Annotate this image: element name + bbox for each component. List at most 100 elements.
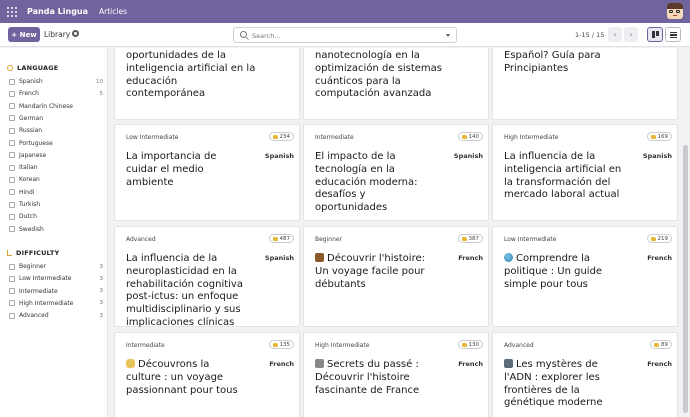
facet-label: Japanese [19,151,47,159]
checkbox[interactable] [9,312,15,319]
article-card[interactable]: High Intermediate 169 Spanish La influencia… [492,124,678,221]
article-card[interactable]: nanotecnología en la optimización de sis… [303,48,489,120]
facet-portuguese[interactable]: Portuguese [9,138,103,149]
kanban-view-button[interactable] [647,27,663,42]
facet-high-intermediate[interactable]: High Intermediate 3 [9,298,103,309]
article-card[interactable]: Advanced 487 Spanish La influencia de la ne… [114,226,300,328]
facet-japanese[interactable]: Japanese [9,150,103,161]
facet-korean[interactable]: Korean [9,174,103,185]
checkbox[interactable] [9,140,15,146]
user-avatar[interactable] [667,3,683,19]
facet-label: Italian [19,164,38,172]
search-bar[interactable] [233,27,457,43]
card-title: nanotecnología en la optimización de sis… [315,50,443,100]
facet-spanish[interactable]: Spanish 10 [9,76,103,87]
facet-turkish[interactable]: Turkish [9,199,103,210]
likes-badge: 387 [457,234,483,243]
checkbox[interactable] [9,275,15,282]
facet-label: French [19,90,39,98]
globe-icon [7,65,13,71]
article-card[interactable]: Advanced 89 French Les mystères de l'ADN : … [492,332,678,417]
book-icon [315,253,324,262]
facet-german[interactable]: German [9,113,103,124]
facet-dutch[interactable]: Dutch [9,211,103,222]
facet-mandarin-chinese[interactable]: Mandarin Chinese [9,101,103,112]
card-title: Español? Guía para Principiantes [504,50,601,74]
facet-italian[interactable]: Italian [9,162,103,173]
facet-label: Mandarin Chinese [19,102,73,110]
facet-russian[interactable]: Russian [9,125,103,136]
breadcrumb: Library [44,30,71,39]
list-icon [669,31,677,38]
card-title: Secrets du passé : Découvrir l'histoire … [315,359,420,396]
apps-grid-icon[interactable] [7,6,17,17]
card-title: Découvrir l'histoire: Un voyage facile p… [315,253,425,290]
thumbs-up-icon [461,134,467,139]
facet-count: 5 [99,90,104,97]
checkbox[interactable] [9,189,15,196]
checkbox[interactable] [9,78,15,85]
card-title: oportunidades de la inteligencia artific… [126,50,256,100]
checkbox[interactable] [9,213,15,220]
language-tag: Spanish [264,254,294,262]
article-card[interactable]: Español? Guía para Principiantes [492,48,678,120]
facet-intermediate[interactable]: Intermediate 3 [9,286,103,297]
checkbox[interactable] [9,115,15,122]
checkbox[interactable] [9,164,15,171]
facet-low-intermediate[interactable]: Low Intermediate 3 [9,273,103,284]
pager-value[interactable]: 1-15 / 15 [575,31,604,39]
facet-count: 3 [99,288,104,295]
search-icon [240,31,247,38]
facet-count: 3 [99,263,104,270]
article-card[interactable]: Intermediate 135 French Découvrons la cultu… [114,332,300,417]
checkbox[interactable] [9,127,15,134]
nav-articles[interactable]: Articles [99,7,127,16]
gear-icon[interactable] [72,30,79,37]
chevron-down-icon[interactable] [446,34,450,37]
facet-swedish[interactable]: Swedish [9,224,103,235]
globe-icon [504,253,513,262]
article-card[interactable]: oportunidades de la inteligencia artific… [114,48,300,120]
thumbs-up-icon [461,236,467,241]
checkbox[interactable] [9,176,15,183]
checkbox[interactable] [9,103,15,110]
facet-label: Russian [19,127,43,135]
article-card[interactable]: Beginner 387 French Découvrir l'histoire: U… [303,226,489,327]
facet-label: Portuguese [19,139,53,147]
article-card[interactable]: Low Intermediate 219 French Comprendre la p… [492,226,678,327]
app-name[interactable]: Panda Lingua [27,7,88,16]
facet-advanced[interactable]: Advanced 3 [9,310,103,321]
thumbs-up-icon [272,342,278,347]
difficulty-label: Advanced [504,342,534,349]
list-view-button[interactable] [665,27,681,42]
card-title: Comprendre la politique : Un guide simpl… [504,253,603,290]
language-tag: Spanish [453,152,483,160]
article-card[interactable]: High Intermediate 130 French Secrets du pas… [303,332,489,417]
scrollbar-thumb[interactable] [683,145,688,413]
checkbox[interactable] [9,300,15,307]
facet-label: Dutch [19,213,37,221]
article-card[interactable]: Low Intermediate 234 Spanish La importancia… [114,124,300,221]
facet-label: Turkish [19,201,41,208]
checkbox[interactable] [9,226,15,233]
checkbox[interactable] [9,201,15,208]
pager-previous-button[interactable]: ‹ [608,27,622,42]
checkbox[interactable] [9,288,15,295]
facet-french[interactable]: French 5 [9,88,103,99]
facet-label: Low Intermediate [19,275,72,283]
search-input[interactable] [252,30,442,41]
difficulty-label: High Intermediate [315,342,370,349]
facet-label: German [19,114,44,122]
ladder-icon [7,250,12,256]
facet-hindi[interactable]: Hindi [9,187,103,198]
card-title: El impacto de la tecnología en la educac… [315,151,418,214]
checkbox[interactable] [9,90,15,97]
card-title: Découvrons la culture : un voyage passio… [126,359,238,396]
facet-count: 10 [96,78,103,85]
article-card[interactable]: Intermediate 140 Spanish El impacto de la t… [303,124,489,221]
facet-beginner[interactable]: Beginner 3 [9,261,103,272]
checkbox[interactable] [9,152,15,159]
pager-next-button[interactable]: › [624,27,638,42]
checkbox[interactable] [9,263,15,270]
new-button[interactable]: + New [8,27,40,42]
